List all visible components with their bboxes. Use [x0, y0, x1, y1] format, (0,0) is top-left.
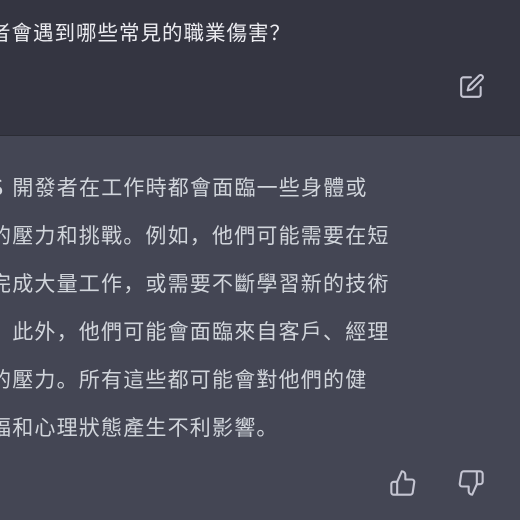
chat-page: 者會遇到哪些常見的職業傷害？ S 開發者在工作時都會面臨一些身體或 的壓力和挑戰… [0, 0, 520, 520]
assistant-line: 的壓力。所有這些都可能會對他們的健 [0, 368, 368, 392]
thumbs-up-button[interactable] [386, 466, 420, 500]
assistant-line: 。此外，他們可能會面臨來自客戶、經理 [0, 320, 390, 344]
assistant-line: S 開發者在工作時都會面臨一些身體或 [0, 176, 368, 200]
user-message: 者會遇到哪些常見的職業傷害？ [0, 0, 520, 136]
thumbs-up-icon [390, 470, 416, 496]
assistant-line: 的壓力和挑戰。例如，他們可能需要在短 [0, 224, 390, 248]
edit-icon [460, 74, 484, 98]
thumbs-down-icon [458, 470, 484, 496]
user-message-text: 者會遇到哪些常見的職業傷害？ [0, 21, 291, 45]
assistant-message: S 開發者在工作時都會面臨一些身體或 的壓力和挑戰。例如，他們可能需要在短 完成… [0, 136, 520, 520]
thumbs-down-button[interactable] [454, 466, 488, 500]
assistant-line: 完成大量工作，或需要不斷學習新的技術 [0, 272, 390, 296]
edit-message-button[interactable] [456, 70, 488, 102]
assistant-line: 福和心理狀態產生不利影響。 [0, 416, 279, 440]
